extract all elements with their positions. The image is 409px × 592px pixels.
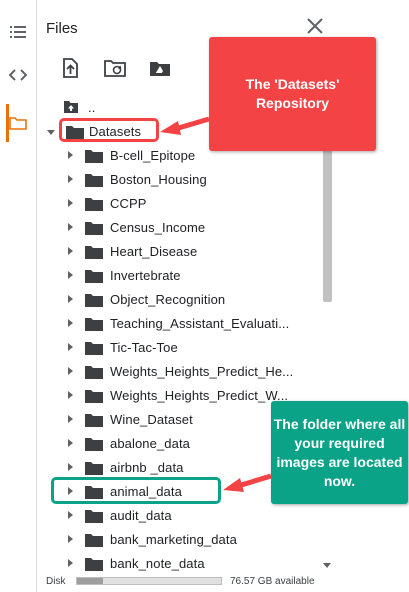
caret-right-icon[interactable] [65, 174, 75, 184]
folder-icon [85, 390, 103, 403]
tree-label: abalone_data [110, 436, 190, 451]
tree-row-bank-marketing-data[interactable]: bank_marketing_data [36, 527, 336, 551]
tree-row-audit-data[interactable]: audit_data [36, 503, 336, 527]
animal-data-callout: The folder where all your required image… [271, 401, 408, 504]
tree-row-heart-disease[interactable]: Heart_Disease [36, 239, 336, 263]
folder-icon [85, 150, 103, 163]
animal-data-highlight [51, 477, 221, 504]
folder-icon [85, 510, 103, 523]
caret-right-icon[interactable] [65, 318, 75, 328]
folder-icon [85, 342, 103, 355]
folder-icon [85, 294, 103, 307]
folder-icon [85, 534, 103, 547]
tree-row-invertebrate[interactable]: Invertebrate [36, 263, 336, 287]
caret-right-icon[interactable] [65, 150, 75, 160]
folder-icon [85, 366, 103, 379]
tree-row-tic-tac-toe[interactable]: Tic-Tac-Toe [36, 335, 336, 359]
caret-right-icon[interactable] [65, 342, 75, 352]
disk-usage-bar [76, 577, 222, 585]
disk-usage-fill [77, 578, 103, 584]
folder-icon [85, 438, 103, 451]
folder-icon [85, 414, 103, 427]
folder-up-icon [64, 101, 78, 113]
folder-icon [85, 462, 103, 475]
scroll-down-icon[interactable] [323, 563, 331, 569]
folder-icon [85, 198, 103, 211]
datasets-callout: The 'Datasets' Repository [209, 37, 376, 151]
folder-icon [85, 246, 103, 259]
close-icon[interactable] [305, 16, 325, 36]
folder-icon [85, 174, 103, 187]
tree-label: Weights_Heights_Predict_He... [110, 364, 294, 379]
tree-row-weights-heights-predict-he[interactable]: Weights_Heights_Predict_He... [36, 359, 336, 383]
tree-label: Invertebrate [110, 268, 181, 283]
caret-right-icon[interactable] [65, 510, 75, 520]
tree-row-teaching-assistant-evaluati[interactable]: Teaching_Assistant_Evaluati... [36, 311, 336, 335]
folder-icon [85, 270, 103, 283]
folder-icon [85, 558, 103, 571]
caret-right-icon[interactable] [65, 270, 75, 280]
caret-right-icon[interactable] [65, 462, 75, 472]
tree-label: audit_data [110, 508, 172, 523]
caret-right-icon[interactable] [65, 534, 75, 544]
tree-label: bank_note_data [110, 556, 205, 571]
tree-label: Boston_Housing [110, 172, 207, 187]
tree-label: Object_Recognition [110, 292, 226, 307]
tree-row-object-recognition[interactable]: Object_Recognition [36, 287, 336, 311]
tree-row-census-income[interactable]: Census_Income [36, 215, 336, 239]
caret-right-icon[interactable] [65, 366, 75, 376]
caret-down-icon[interactable] [46, 127, 56, 137]
tree-label: bank_marketing_data [110, 532, 237, 547]
tree-label: Heart_Disease [110, 244, 198, 259]
caret-right-icon[interactable] [65, 558, 75, 568]
caret-right-icon[interactable] [65, 222, 75, 232]
tree-label: Census_Income [110, 220, 206, 235]
tree-row-bank-note-data[interactable]: bank_note_data [36, 551, 336, 572]
caret-right-icon[interactable] [65, 438, 75, 448]
caret-right-icon[interactable] [65, 246, 75, 256]
caret-right-icon[interactable] [65, 414, 75, 424]
list-icon[interactable] [0, 17, 36, 47]
folder-icon [85, 222, 103, 235]
tree-row-ccpp[interactable]: CCPP [36, 191, 336, 215]
caret-right-icon[interactable] [65, 294, 75, 304]
tree-label-parent: .. [88, 100, 96, 115]
drive-icon[interactable] [148, 57, 170, 79]
tree-label: Teaching_Assistant_Evaluati... [110, 316, 290, 331]
folder-icon[interactable] [0, 108, 36, 138]
disk-label: Disk [46, 576, 66, 587]
tree-label: Wine_Dataset [110, 412, 193, 427]
tree-label: CCPP [110, 196, 147, 211]
upload-icon[interactable] [59, 57, 81, 79]
tree-label: B-cell_Epitope [110, 148, 196, 163]
scrollbar-thumb[interactable] [323, 147, 332, 302]
tree-label: airbnb _data [110, 460, 184, 475]
panel-title: Files [46, 20, 78, 37]
tree-label: Weights_Heights_Predict_W... [110, 388, 289, 403]
datasets-highlight [59, 118, 159, 142]
activity-rail [0, 0, 37, 592]
code-icon[interactable] [0, 60, 36, 90]
caret-right-icon[interactable] [65, 198, 75, 208]
disk-available: 76.57 GB available [230, 576, 315, 587]
folder-icon [85, 318, 103, 331]
caret-right-icon[interactable] [65, 390, 75, 400]
tree-label: Tic-Tac-Toe [110, 340, 178, 355]
refresh-folder-icon[interactable] [103, 57, 126, 79]
tree-row-boston-housing[interactable]: Boston_Housing [36, 167, 336, 191]
